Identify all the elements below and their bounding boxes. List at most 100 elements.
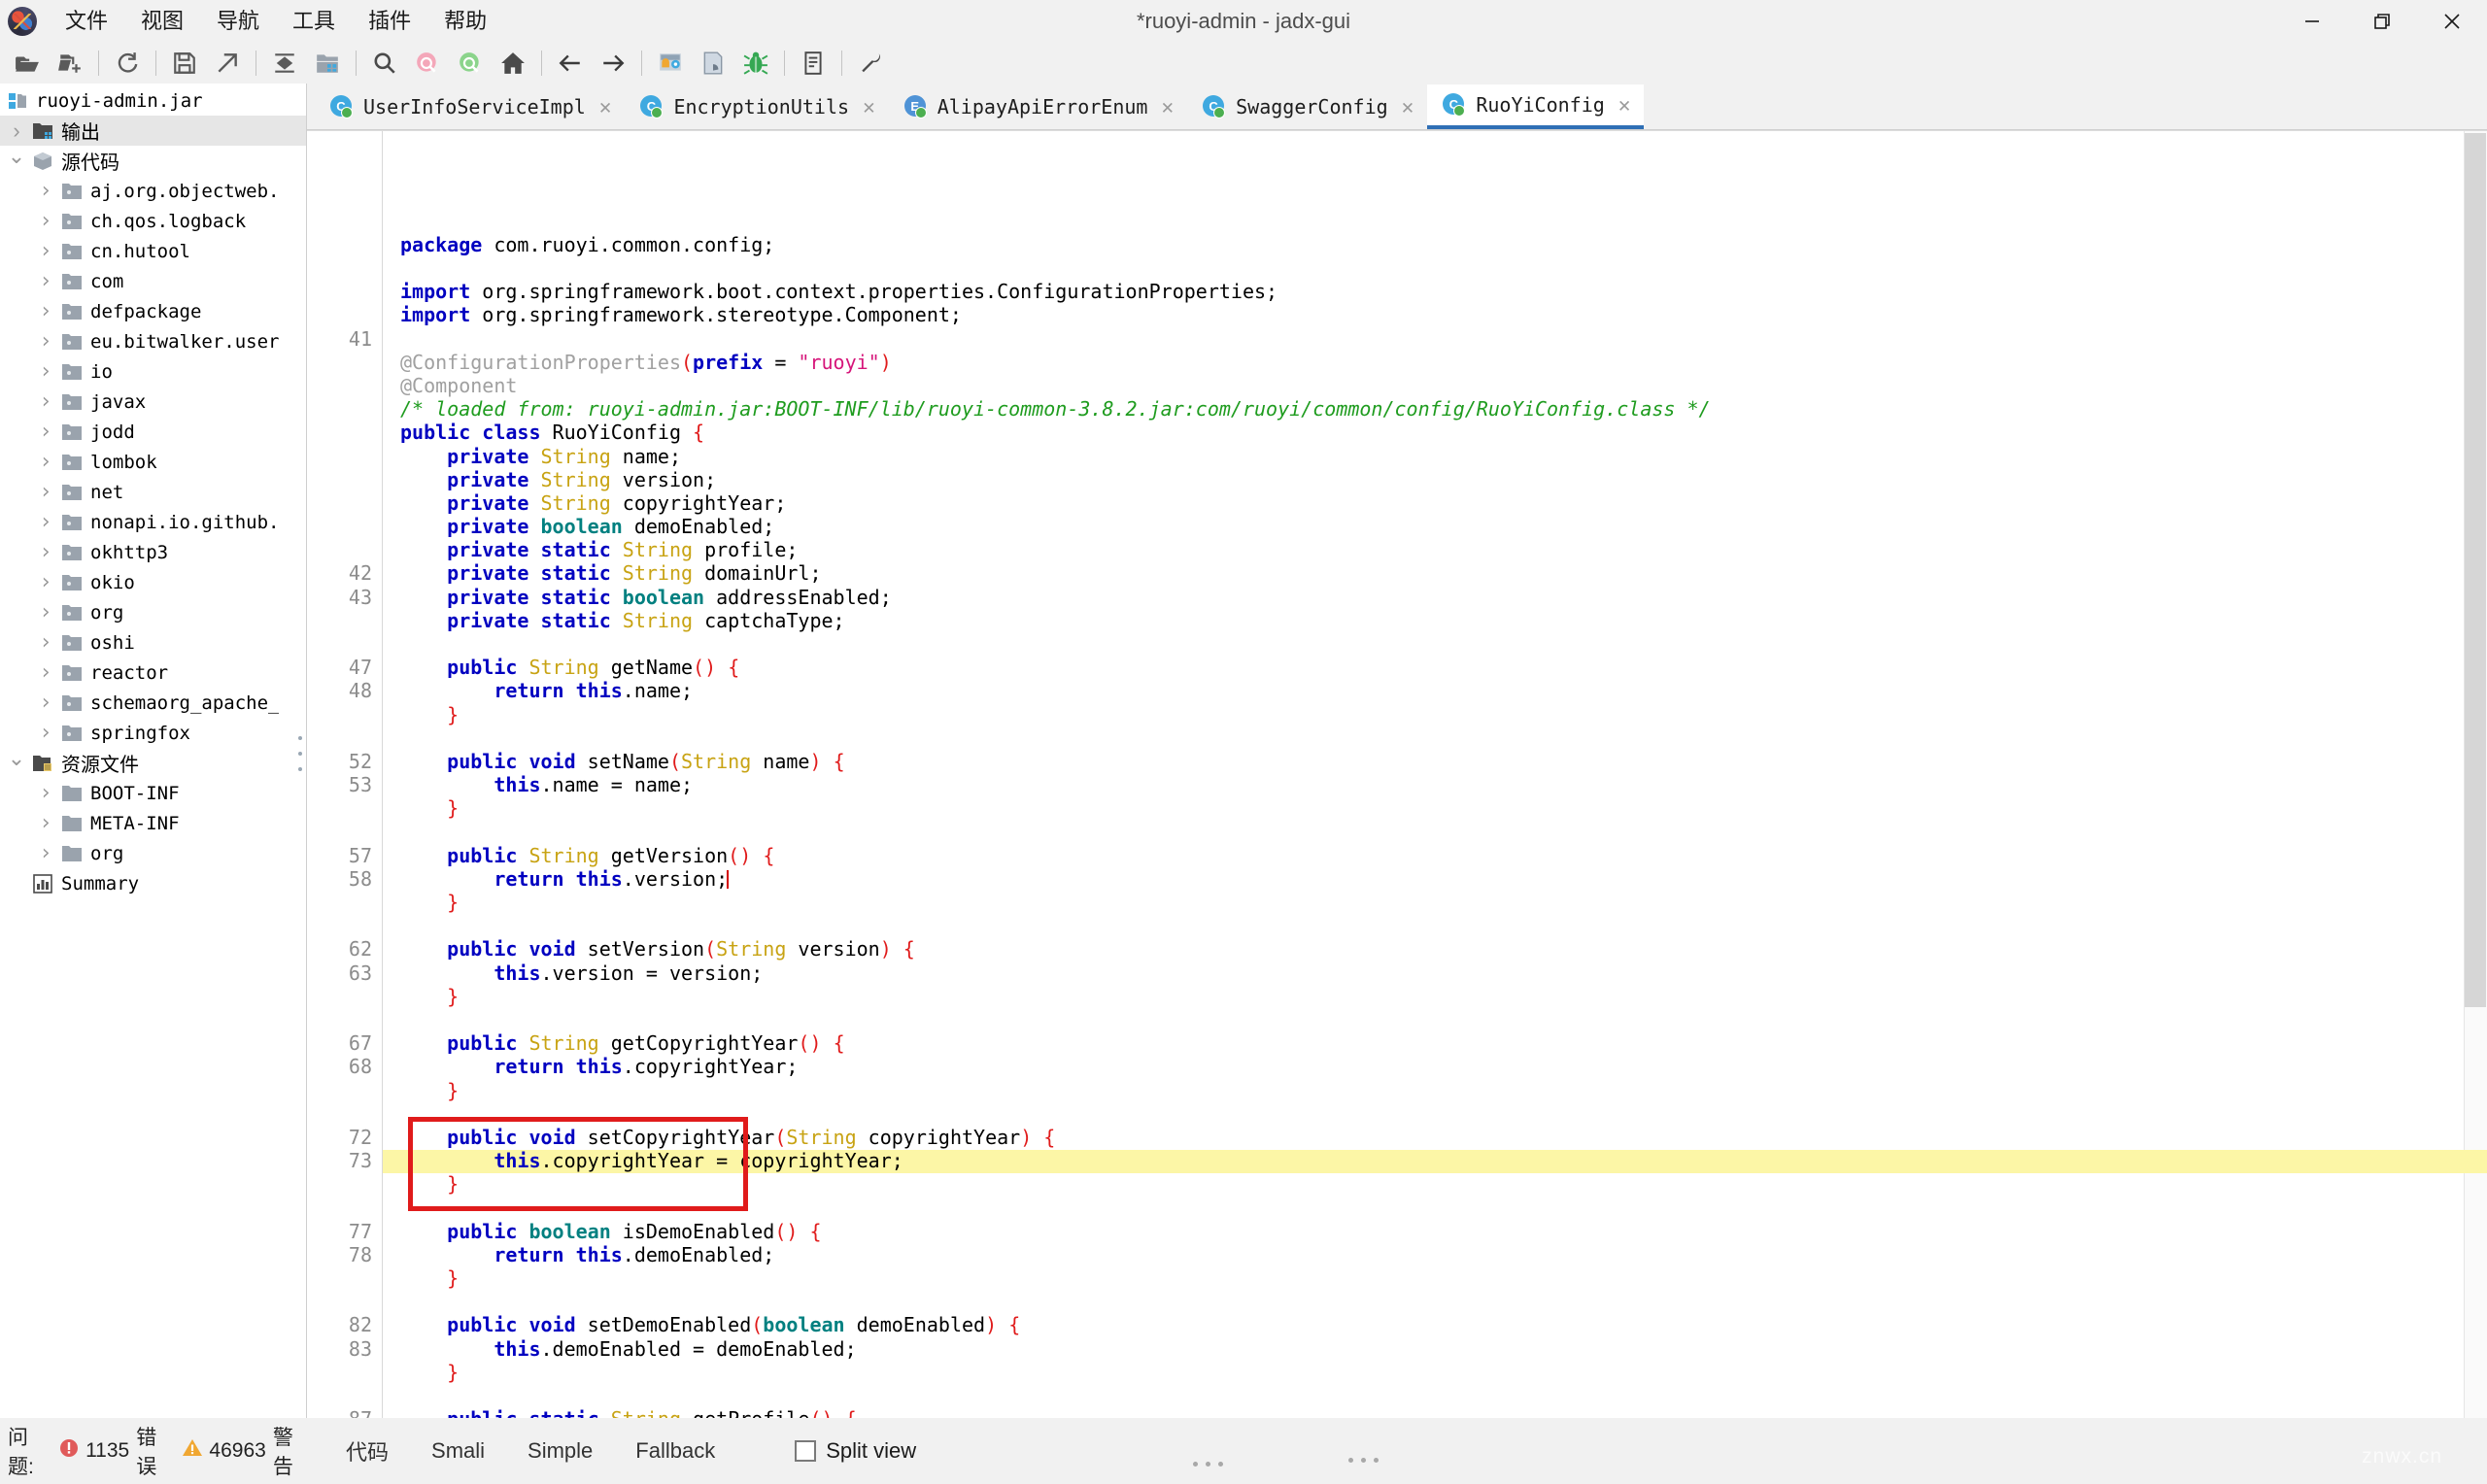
code-line[interactable]: this.copyrightYear = copyrightYear; [400, 1149, 2487, 1172]
chevron-down-icon[interactable] [4, 151, 29, 172]
chevron-right-icon[interactable] [33, 241, 58, 262]
flat-packages-icon[interactable] [306, 45, 349, 82]
close-icon[interactable]: ✕ [1402, 95, 1414, 118]
code-line[interactable]: return this.version; [400, 867, 2487, 891]
code-line[interactable] [400, 914, 2487, 937]
log-icon[interactable] [792, 45, 835, 82]
chevron-right-icon[interactable] [33, 632, 58, 654]
editor-tab-alipayapierrorenum[interactable]: E AlipayApiErrorEnum ✕ [889, 84, 1187, 129]
chevron-right-icon[interactable] [4, 120, 29, 142]
code-line[interactable]: } [400, 796, 2487, 820]
tree-node--[interactable]: 资源文件 [0, 748, 306, 778]
editor-tab-swaggerconfig[interactable]: C SwaggerConfig ✕ [1187, 84, 1427, 129]
code-line[interactable]: @Component [400, 374, 2487, 397]
tree-node-eu-bitwalker-user[interactable]: eu.bitwalker.user [0, 326, 306, 356]
tree-node-aj-org-objectweb-[interactable]: aj.org.objectweb. [0, 176, 306, 206]
code-line[interactable]: public String getCopyrightYear() { [400, 1031, 2487, 1055]
menu-item-file[interactable]: 文件 [49, 7, 124, 36]
chevron-right-icon[interactable] [33, 572, 58, 593]
search-class-icon[interactable] [406, 45, 449, 82]
open-file-icon[interactable] [6, 45, 49, 82]
chevron-right-icon[interactable] [33, 211, 58, 232]
project-tree-panel[interactable]: ruoyi-admin.jar 输出源代码 aj.org.objectweb. ch… [0, 84, 307, 1418]
chevron-right-icon[interactable] [33, 391, 58, 413]
chevron-down-icon[interactable] [4, 753, 29, 774]
restore-button[interactable] [2347, 0, 2417, 43]
tree-node-okhttp3[interactable]: okhttp3 [0, 537, 306, 567]
view-mode-tabs[interactable]: 代码 Smali Simple Fallback [324, 1418, 736, 1484]
code-line[interactable] [400, 821, 2487, 844]
tree-node-nonapi-io-github-[interactable]: nonapi.io.github. [0, 507, 306, 537]
code-line[interactable]: private static boolean addressEnabled; [400, 586, 2487, 609]
split-view-checkbox[interactable] [795, 1440, 817, 1462]
export-icon[interactable] [206, 45, 249, 82]
sync-selection-icon[interactable] [263, 45, 306, 82]
code-line[interactable]: return this.copyrightYear; [400, 1055, 2487, 1078]
debug-icon[interactable] [734, 45, 777, 82]
code-line[interactable]: this.version = version; [400, 961, 2487, 985]
editor-tab-encryptionutils[interactable]: C EncryptionUtils ✕ [625, 84, 888, 129]
add-files-icon[interactable] [49, 45, 91, 82]
close-icon[interactable]: ✕ [599, 95, 612, 118]
menu-item-plugins[interactable]: 插件 [352, 7, 427, 36]
chevron-right-icon[interactable] [33, 361, 58, 383]
chevron-right-icon[interactable] [33, 301, 58, 322]
code-line[interactable] [400, 726, 2487, 750]
code-line[interactable]: private static String captchaType; [400, 609, 2487, 632]
code-line[interactable]: private static String domainUrl; [400, 561, 2487, 585]
close-icon[interactable]: ✕ [1618, 93, 1631, 117]
chevron-right-icon[interactable] [33, 662, 58, 684]
tree-node-javax[interactable]: javax [0, 387, 306, 417]
code-line[interactable]: } [400, 985, 2487, 1008]
code-line[interactable]: import org.springframework.stereotype.Co… [400, 303, 2487, 326]
menu-item-view[interactable]: 视图 [124, 7, 200, 36]
code-line[interactable]: return this.demoEnabled; [400, 1243, 2487, 1266]
chevron-right-icon[interactable] [33, 422, 58, 443]
code-line[interactable]: } [400, 1172, 2487, 1196]
chevron-right-icon[interactable] [33, 181, 58, 202]
chevron-right-icon[interactable] [33, 843, 58, 864]
code-line[interactable]: public void setVersion(String version) { [400, 937, 2487, 961]
chevron-right-icon[interactable] [33, 271, 58, 292]
splitter-grip[interactable] [296, 736, 304, 771]
tree-node-reactor[interactable]: reactor [0, 658, 306, 688]
code-line[interactable]: public void setDemoEnabled(boolean demoE… [400, 1313, 2487, 1336]
code-line[interactable]: private String version; [400, 468, 2487, 491]
tree-node-jodd[interactable]: jodd [0, 417, 306, 447]
chevron-right-icon[interactable] [33, 723, 58, 744]
code-line[interactable]: private boolean demoEnabled; [400, 515, 2487, 538]
tree-root-ruoyi-admin-jar[interactable]: ruoyi-admin.jar [0, 85, 306, 116]
code-line[interactable] [400, 1290, 2487, 1313]
search-icon[interactable] [363, 45, 406, 82]
code-line[interactable]: } [400, 1079, 2487, 1102]
view-tab-smali[interactable]: Smali [410, 1433, 506, 1469]
code-line[interactable]: private String name; [400, 445, 2487, 468]
home-icon[interactable] [492, 45, 534, 82]
forward-icon[interactable] [592, 45, 634, 82]
code-line[interactable]: import org.springframework.boot.context.… [400, 280, 2487, 303]
tree-node-lombok[interactable]: lombok [0, 447, 306, 477]
code-line[interactable] [400, 1197, 2487, 1220]
project-tree[interactable]: ruoyi-admin.jar 输出源代码 aj.org.objectweb. ch… [0, 84, 306, 898]
horizontal-splitter-right[interactable] [1348, 1458, 1379, 1463]
view-tab-simple[interactable]: Simple [506, 1433, 614, 1469]
tree-node-springfox[interactable]: springfox [0, 718, 306, 748]
quark-icon[interactable] [692, 45, 734, 82]
tree-node-cn-hutool[interactable]: cn.hutool [0, 236, 306, 266]
code-line[interactable]: /* loaded from: ruoyi-admin.jar:BOOT-INF… [400, 397, 2487, 421]
menu-item-help[interactable]: 帮助 [427, 7, 503, 36]
editor-tab-userinfoserviceimpl[interactable]: C UserInfoServiceImpl ✕ [315, 84, 625, 129]
close-button[interactable] [2417, 0, 2487, 43]
code-line[interactable]: this.demoEnabled = demoEnabled; [400, 1337, 2487, 1361]
code-line[interactable]: public String getName() { [400, 656, 2487, 679]
tree-node-defpackage[interactable]: defpackage [0, 296, 306, 326]
tree-node-net[interactable]: net [0, 477, 306, 507]
code-line[interactable]: } [400, 1361, 2487, 1384]
tree-node-summary[interactable]: Summary [0, 868, 306, 898]
tree-node--[interactable]: 输出 [0, 116, 306, 146]
code-line[interactable]: public String getVersion() { [400, 844, 2487, 867]
tree-node-org[interactable]: org [0, 838, 306, 868]
chevron-right-icon[interactable] [33, 452, 58, 473]
code-line[interactable]: private static String profile; [400, 538, 2487, 561]
code-line[interactable]: public static String getProfile() { [400, 1407, 2487, 1418]
